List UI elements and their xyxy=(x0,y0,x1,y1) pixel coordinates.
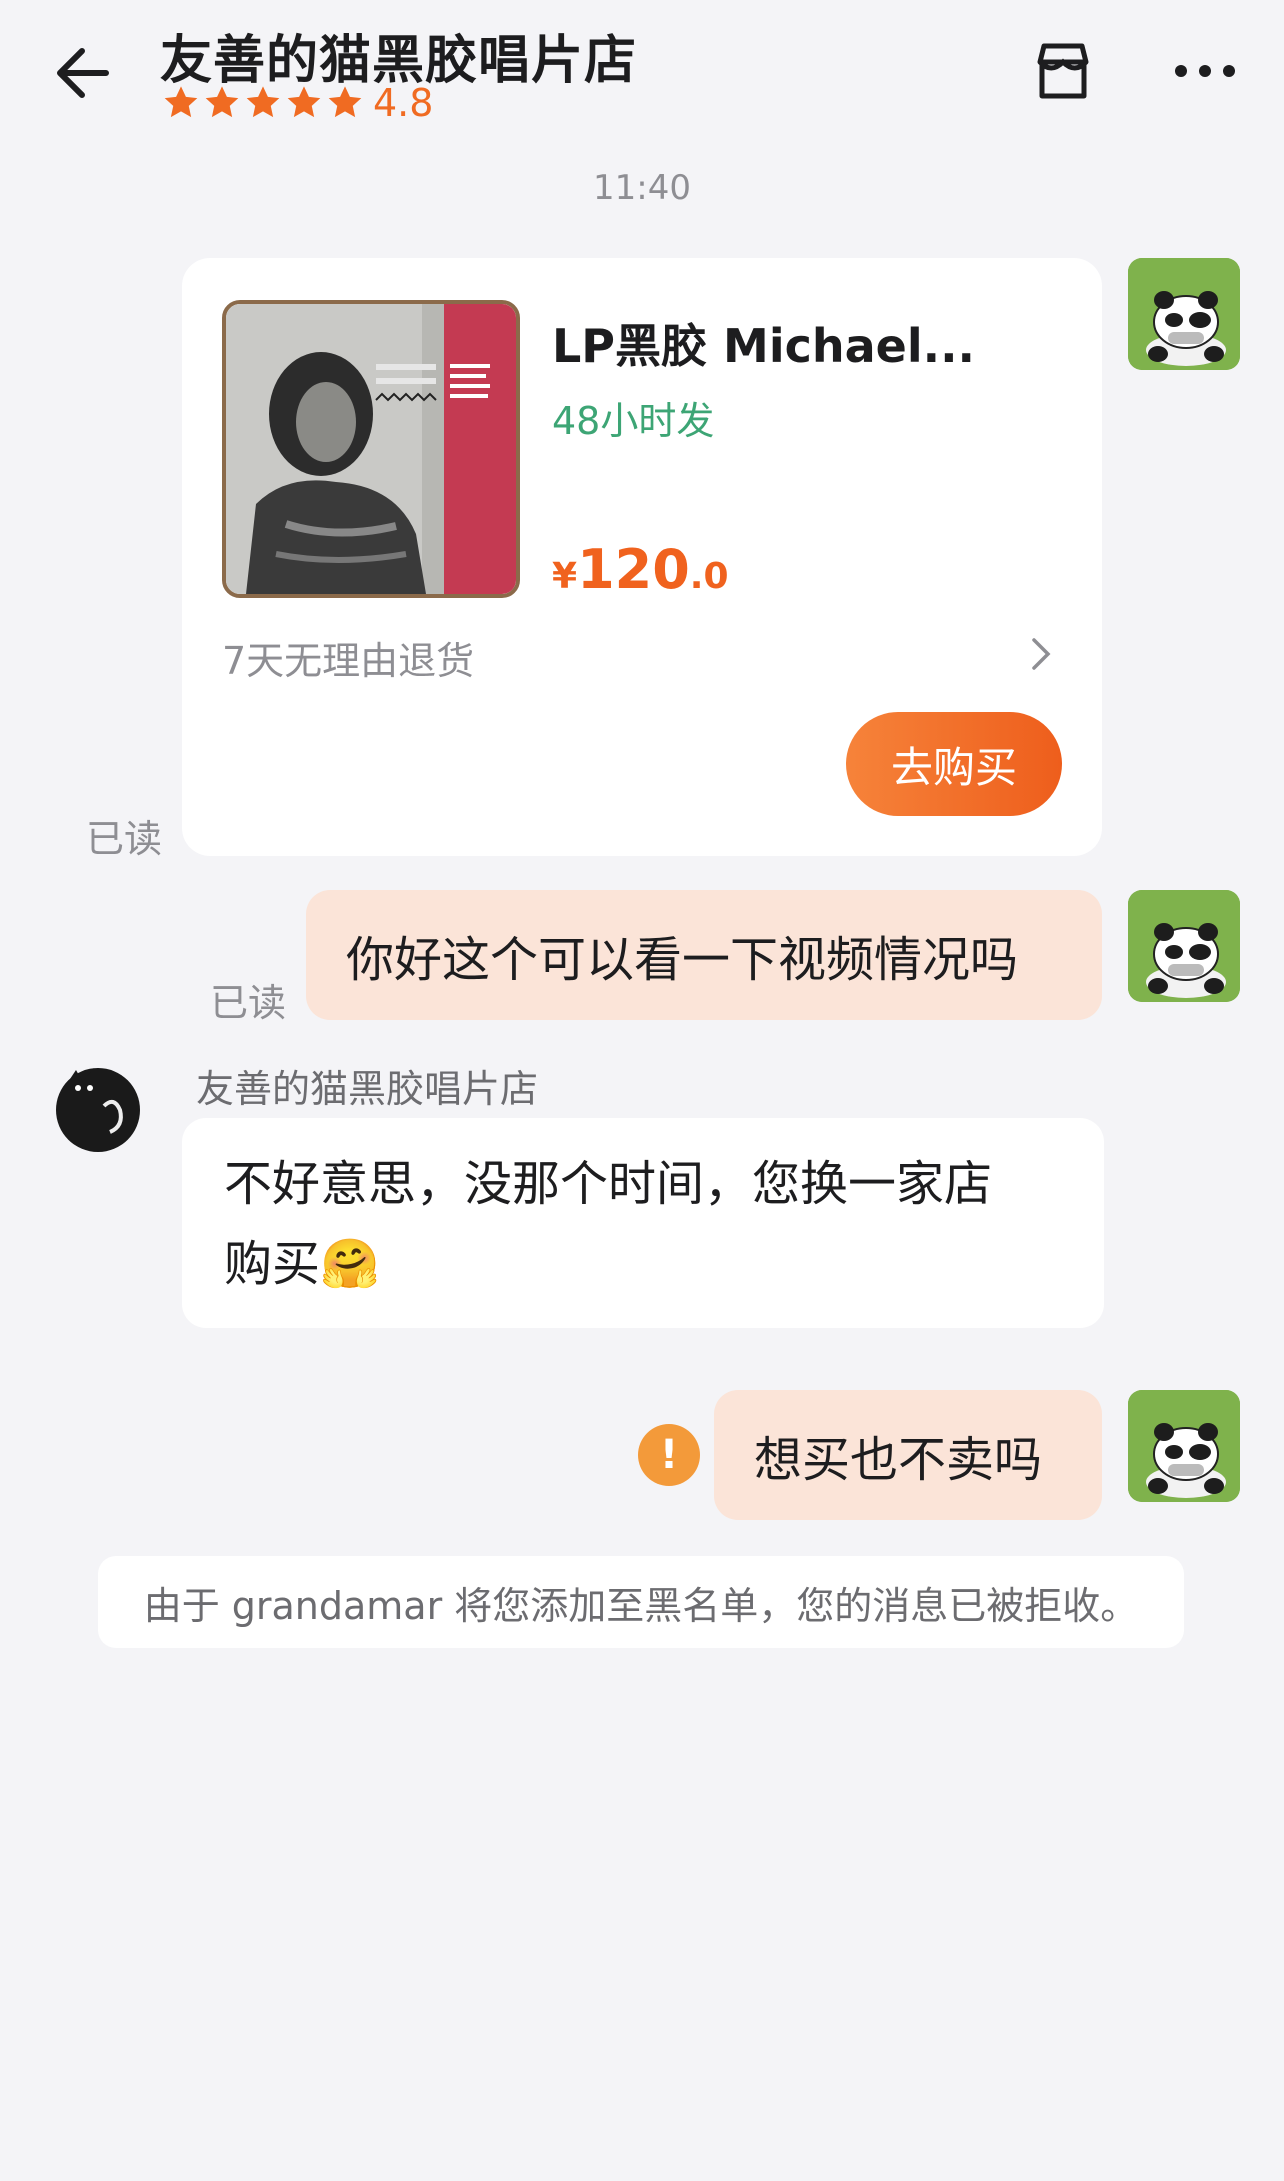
buy-button[interactable]: 去购买 xyxy=(846,712,1062,816)
product-title: LP黑胶 Michael... xyxy=(552,319,976,373)
system-notice: 由于 grandamar 将您添加至黑名单，您的消息已被拒收。 xyxy=(98,1556,1184,1648)
my-avatar[interactable] xyxy=(1128,1390,1240,1502)
star-icon xyxy=(246,86,280,118)
price-currency: ¥ xyxy=(552,556,578,597)
star-icon xyxy=(328,86,362,118)
sender-name: 友善的猫黑胶唱片店 xyxy=(196,1067,539,1111)
store-icon xyxy=(1037,43,1089,99)
panda-avatar-icon xyxy=(1128,890,1240,1002)
more-icon xyxy=(1175,65,1235,77)
panda-avatar-icon xyxy=(1128,1390,1240,1502)
message-text: 购买 xyxy=(224,1236,321,1292)
star-icon xyxy=(205,86,239,118)
hugging-face-emoji: 🤗 xyxy=(320,1236,380,1292)
my-avatar[interactable] xyxy=(1128,890,1240,1002)
product-card[interactable]: LP黑胶 Michael... 48小时发 ¥120.0 7天无理由退货 去购买 xyxy=(182,258,1102,856)
my-message-bubble[interactable]: 你好这个可以看一下视频情况吗 xyxy=(306,890,1102,1020)
send-failed-icon[interactable]: ! xyxy=(638,1424,700,1486)
store-button[interactable] xyxy=(1030,38,1096,104)
my-avatar[interactable] xyxy=(1128,258,1240,370)
shop-avatar[interactable] xyxy=(54,1066,142,1154)
read-status: 已读 xyxy=(210,981,287,1025)
back-arrow-icon xyxy=(57,48,109,98)
shop-rating: 4.8 xyxy=(162,84,433,122)
message-line: 不好意思，没那个时间，您换一家店 xyxy=(224,1156,993,1212)
my-message-bubble[interactable]: 想买也不卖吗 xyxy=(714,1390,1102,1520)
star-icon xyxy=(164,86,198,118)
more-button[interactable] xyxy=(1172,56,1238,86)
chevron-right-icon[interactable] xyxy=(1026,634,1056,674)
product-price: ¥120.0 xyxy=(552,538,729,601)
price-integer: 120 xyxy=(577,538,690,601)
shipping-time: 48小时发 xyxy=(552,399,715,443)
message-line: 购买🤗 xyxy=(224,1224,1062,1304)
read-status: 已读 xyxy=(86,817,163,861)
album-cover-image xyxy=(222,300,520,598)
rating-value: 4.8 xyxy=(373,81,434,125)
back-button[interactable] xyxy=(48,38,118,108)
black-cat-avatar-icon xyxy=(56,1068,140,1152)
price-decimal: .0 xyxy=(689,556,729,597)
returns-policy[interactable]: 7天无理由退货 xyxy=(222,630,474,685)
panda-avatar-icon xyxy=(1128,258,1240,370)
shop-message-bubble[interactable]: 不好意思，没那个时间，您换一家店 购买🤗 xyxy=(182,1118,1104,1328)
timestamp: 11:40 xyxy=(593,168,691,208)
star-icon xyxy=(287,86,321,118)
